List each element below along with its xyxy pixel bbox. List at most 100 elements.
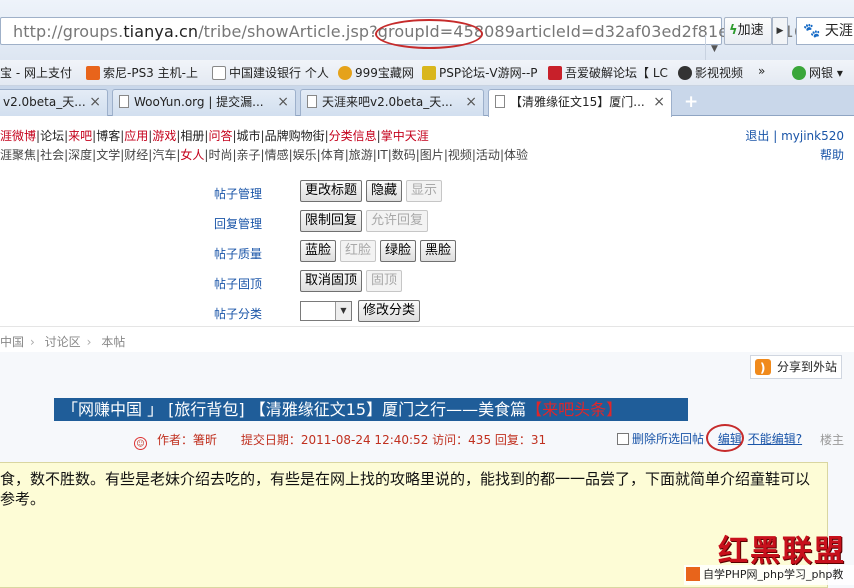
close-icon[interactable]: × (89, 90, 101, 114)
site-watermark-bar: 自学PHP网_php学习_php教 (684, 565, 854, 585)
delete-replies-link[interactable]: 删除所选回帖 (632, 432, 704, 446)
nav-link[interactable]: 活动 (476, 148, 500, 162)
nav-link[interactable]: 来吧 (68, 129, 92, 143)
bookmark-item[interactable]: 999宝藏网 (338, 64, 414, 81)
replies-label: 回复： (494, 433, 531, 447)
share-button[interactable]: 分享到外站 (750, 355, 842, 379)
nav-link[interactable]: 文学 (96, 148, 120, 162)
url-dropdown-arrow-icon[interactable]: ▼ (705, 35, 723, 63)
nav-link[interactable]: 情感 (265, 148, 289, 162)
admin-row-buttons: 蓝脸 红脸 绿脸 黑脸 (300, 240, 460, 262)
nav-link[interactable]: 数码 (392, 148, 416, 162)
new-tab-plus-icon[interactable]: + (684, 92, 698, 112)
help-link[interactable]: 帮助 (820, 148, 844, 162)
post-date: 2011-08-24 12:40:52 (300, 433, 429, 447)
rss-icon (755, 357, 771, 379)
bolt-icon: ϟ (729, 23, 738, 38)
visits-label: 访问： (432, 433, 469, 447)
nav-link[interactable]: 女人 (180, 148, 204, 162)
nav-link[interactable]: 娱乐 (293, 148, 317, 162)
close-icon[interactable]: × (653, 90, 665, 114)
admin-action-button[interactable]: 蓝脸 (300, 240, 337, 262)
nav-link[interactable]: 应用 (124, 129, 148, 143)
document-icon (119, 95, 129, 108)
category-select[interactable]: ▼ (300, 301, 352, 321)
bookmark-item[interactable]: 宝 - 网上支付 (0, 64, 72, 81)
admin-action-button[interactable]: 取消固顶 (300, 270, 363, 292)
nav-link[interactable]: 社会 (40, 148, 64, 162)
admin-action-button[interactable]: 限制回复 (300, 210, 363, 232)
nav-link[interactable]: 图片 (420, 148, 444, 162)
nav-link[interactable]: 视频 (448, 148, 472, 162)
url-input[interactable]: http://groups.tianya.cn/tribe/showArticl… (0, 17, 845, 63)
nav-link[interactable]: 旅游 (349, 148, 373, 162)
breadcrumb: 中国 › 讨论区 › 本帖 (0, 326, 854, 352)
cant-edit-link[interactable]: 不能编辑? (748, 432, 802, 446)
tab-label: 【清雅缘征文15】厦门... (510, 95, 645, 109)
breadcrumb-item[interactable]: 中国 (0, 335, 24, 349)
nav-link[interactable]: 体育 (321, 148, 345, 162)
admin-action-button[interactable]: 更改标题 (300, 180, 363, 202)
close-icon[interactable]: × (277, 90, 289, 114)
nav-link[interactable]: 分类信息 (329, 129, 377, 143)
author-link[interactable]: 箸昕 (193, 433, 217, 447)
bookmarks-overflow-chevron[interactable]: » (758, 64, 765, 78)
page-icon (212, 66, 226, 80)
nav-link[interactable]: IT (377, 148, 388, 162)
admin-row: 回复管理 限制回复 允许回复 (214, 210, 514, 236)
browser-tab-active[interactable]: 【清雅缘征文15】厦门... × (488, 89, 672, 117)
bookmark-label: 中国建设银行 个人 (229, 66, 329, 80)
username-link[interactable]: myjink520 (781, 129, 844, 143)
nav-link[interactable]: 博客 (96, 129, 120, 143)
nav-link[interactable]: 品牌购物街 (265, 129, 325, 143)
accelerate-button[interactable]: ϟ加速 (724, 17, 772, 45)
close-icon[interactable]: × (465, 90, 477, 114)
admin-action-button[interactable]: 绿脸 (380, 240, 417, 262)
nav-link[interactable]: 涯微博 (0, 129, 36, 143)
play-arrow-icon[interactable]: ▶ (772, 17, 788, 45)
bookmark-item[interactable]: 索尼-PS3 主机-上 (86, 64, 198, 81)
nav-link[interactable]: 汽车 (152, 148, 176, 162)
browser-tab[interactable]: v2.0beta_天... × (0, 89, 108, 116)
admin-row-label: 帖子管理 (214, 187, 263, 201)
nav-link[interactable]: 相册 (180, 129, 204, 143)
breadcrumb-separator: › (86, 335, 92, 349)
admin-row: 帖子分类 ▼ 修改分类 (214, 300, 514, 326)
bookmark-item[interactable]: 影视视频 (678, 64, 743, 81)
change-category-button[interactable]: 修改分类 (358, 300, 421, 322)
bookmark-item[interactable]: PSP论坛-V游网--P (422, 64, 538, 81)
browser-tab[interactable]: 天涯来吧v2.0beta_天... × (300, 89, 484, 116)
nav-link[interactable]: 问答 (208, 129, 232, 143)
coin-icon (338, 66, 352, 80)
bookmark-label: 索尼-PS3 主机-上 (103, 66, 198, 80)
breadcrumb-item[interactable]: 讨论区 (45, 335, 81, 349)
bookmark-item[interactable]: 网银 ▾ (792, 64, 843, 81)
nav-link[interactable]: 论坛 (40, 129, 64, 143)
search-engine-box[interactable]: 🐾 天涯 (796, 17, 854, 45)
admin-action-button[interactable]: 黑脸 (420, 240, 457, 262)
nav-link[interactable]: 城市 (237, 129, 261, 143)
nav-link[interactable]: 掌中天涯 (381, 129, 429, 143)
bookmark-label: 999宝藏网 (355, 66, 414, 80)
nav-link[interactable]: 时尚 (208, 148, 232, 162)
logout-link[interactable]: 退出 (745, 129, 769, 143)
bank-icon (792, 66, 806, 80)
bookmarks-bar: 宝 - 网上支付 索尼-PS3 主机-上 中国建设银行 个人 999宝藏网 PS… (0, 60, 854, 86)
admin-row: 帖子管理 更改标题 隐藏 显示 (214, 180, 514, 206)
document-icon (307, 95, 317, 108)
bookmark-item[interactable]: 吾爱破解论坛【 LC (548, 64, 668, 81)
nav-link[interactable]: 财经 (124, 148, 148, 162)
browser-tab[interactable]: WooYun.org | 提交漏... × (112, 89, 296, 116)
bookmark-item[interactable]: 中国建设银行 个人 (212, 64, 329, 81)
post-title-tag[interactable]: 【来吧头条】 (526, 400, 622, 419)
address-bar-area: http://groups.tianya.cn/tribe/showArticl… (0, 0, 854, 63)
nav-link[interactable]: 体验 (504, 148, 528, 162)
nav-link[interactable]: 游戏 (152, 129, 176, 143)
film-icon (678, 66, 692, 80)
admin-action-button[interactable]: 隐藏 (366, 180, 403, 202)
dropdown-arrow-icon[interactable]: ▼ (335, 302, 351, 320)
nav-link[interactable]: 亲子 (237, 148, 261, 162)
nav-link[interactable]: 涯聚焦 (0, 148, 36, 162)
delete-replies-checkbox[interactable] (617, 433, 629, 445)
nav-link[interactable]: 深度 (68, 148, 92, 162)
